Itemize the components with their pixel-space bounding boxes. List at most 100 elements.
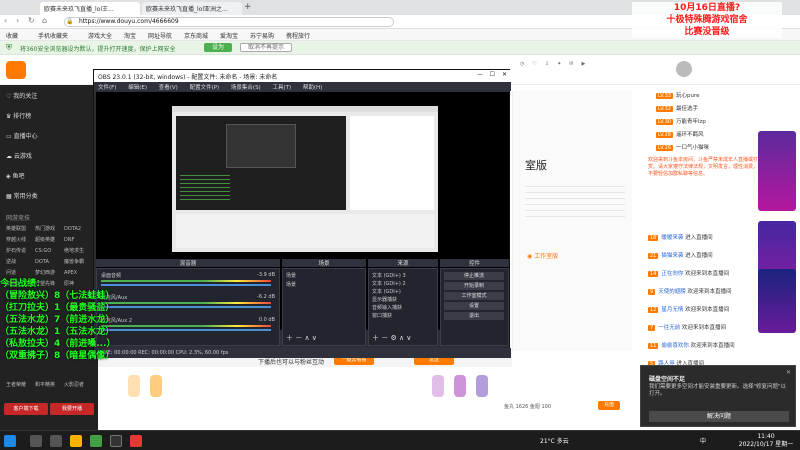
task-view-icon[interactable] [50,435,62,447]
category-link[interactable]: 超级英雄 [35,236,64,243]
category-link[interactable]: 炉石传说 [6,247,35,254]
start-live-button[interactable]: 我要开播 [50,403,94,415]
category-link[interactable]: DNF [64,237,93,243]
history-icon[interactable]: ◷ [520,61,524,67]
bookmark-item[interactable]: 淘宝 [124,31,136,40]
source-item[interactable]: 文本 (GDI+) 2 [372,280,406,287]
menu-view[interactable]: 查看(V) [159,85,178,91]
menu-tools[interactable]: 工具(T) [272,85,291,91]
gift-icon[interactable] [150,375,162,397]
category-link[interactable]: 梦幻西游 [35,269,64,276]
category-link[interactable]: 火影忍者 [64,381,93,388]
sidebar-item-live-center[interactable]: ▭ 直播中心 [6,131,38,140]
source-item[interactable]: 文本 (GDI+) 3 [372,272,406,279]
download-icon[interactable]: ⇩ [545,61,549,67]
bookmark-item[interactable]: 手机收藏夹 [38,31,68,40]
live-icon[interactable]: ▶ [581,61,585,67]
menu-profile[interactable]: 配置文件(P) [190,85,220,91]
exit-button[interactable]: 退出 [444,312,504,320]
browser-tab-active[interactable]: 欧赛未来玖飞直播_lol王... [40,2,140,15]
message-icon[interactable]: ✉ [569,61,573,67]
bookmark-item[interactable]: 京东商城 [184,31,208,40]
gift-icon[interactable] [476,375,488,397]
system-clock[interactable]: 11:40 2022/10/17 星期一 [736,433,796,449]
sidebar-item-cloud-game[interactable]: ☁ 云游戏 [6,151,32,160]
search-icon[interactable] [30,435,42,447]
task-icon[interactable]: ✦ [557,61,561,67]
browser-tab[interactable]: 欧赛未来玖飞直播_lol亚洲之... [142,2,242,15]
bookmark-item[interactable]: 游戏大全 [88,31,112,40]
set-default-button[interactable]: 设为 [204,43,232,52]
bookmark-item[interactable]: 网址导航 [148,31,172,40]
source-item[interactable]: 窗口捕获 [372,312,392,319]
chat-username[interactable]: 正在向你 [661,271,683,277]
menu-file[interactable]: 文件(F) [98,85,116,91]
close-icon[interactable]: ✕ [786,369,791,376]
app-icon[interactable] [130,435,142,447]
radio-option[interactable]: ◉ 工作室版 [527,251,558,260]
category-link[interactable]: APEX [64,270,93,276]
weather-widget[interactable]: 21°C 多云 [540,436,569,445]
add-scene-icon[interactable]: ＋ － ∧ ∨ [286,333,317,343]
category-link[interactable]: DOTA2 [64,226,93,232]
chat-username[interactable]: 星月无情 [661,307,683,313]
recharge-button[interactable]: 充值 [598,401,620,410]
promo-banner[interactable] [758,269,796,333]
category-link[interactable]: 问道 [6,269,35,276]
chat-username[interactable]: 猫猫来袭 [661,253,683,259]
bookmark-item[interactable]: 爱淘宝 [220,31,238,40]
bookmark-item[interactable]: 携程旅行 [286,31,310,40]
category-link[interactable]: 逆战 [6,258,35,265]
category-link[interactable]: 热门游戏 [35,225,64,232]
back-icon[interactable]: ‹ [4,16,7,25]
promo-banner[interactable] [758,131,796,211]
chat-username[interactable]: 天使的翅膀 [658,289,686,295]
category-link[interactable]: 绝地求生 [64,247,93,254]
forward-icon[interactable]: › [16,16,19,25]
browser-icon[interactable] [90,435,102,447]
rank-item[interactable]: LV.28 遥环不羁风 [656,130,703,138]
settings-button[interactable]: 设置 [444,302,504,310]
scene-item[interactable]: 场景 [286,272,296,279]
menu-edit[interactable]: 编辑(E) [128,85,147,91]
category-link[interactable]: CS:GO [35,248,64,254]
gift-icon[interactable] [454,375,466,397]
home-icon[interactable]: ⌂ [42,16,47,25]
sidebar-item-follow[interactable]: ♡ 我的关注 [6,91,37,100]
menu-scene-collection[interactable]: 场景集合(S) [231,85,261,91]
follow-icon[interactable]: ♡ [532,61,536,67]
category-link[interactable]: 魔兽争霸 [64,258,93,265]
add-source-icon[interactable]: ＋ － ⚙ ∧ ∨ [372,333,411,343]
dismiss-notice-button[interactable]: 取消不再提示 [240,43,292,52]
close-icon[interactable]: ✕ [502,71,507,78]
maximize-icon[interactable]: ☐ [490,71,495,78]
fix-problem-button[interactable]: 解决问题 [649,411,789,422]
url-input[interactable]: https://www.douyu.com/4666609 [64,17,394,27]
sidebar-item-yuba[interactable]: ◈ 鱼吧 [6,171,25,180]
obs-icon[interactable] [110,435,122,447]
source-item[interactable]: 音频输入捕获 [372,304,402,311]
file-explorer-icon[interactable] [70,435,82,447]
new-tab-icon[interactable]: + [244,2,252,12]
douyu-logo[interactable] [6,61,26,79]
gift-icon[interactable] [432,375,444,397]
category-link[interactable]: 和平精英 [35,381,64,388]
avatar[interactable] [676,61,692,77]
rank-item[interactable]: LV.32 最佳选手 [656,104,698,112]
sidebar-item-categories[interactable]: ▦ 常用分类 [6,191,38,200]
minimize-icon[interactable]: — [477,71,483,78]
sidebar-item-rank[interactable]: ♛ 排行榜 [6,111,31,120]
windows-start-icon[interactable] [4,435,16,447]
chat-username[interactable]: 偷偷喜欢你 [661,343,689,349]
menu-help[interactable]: 帮助(H) [303,85,322,91]
download-client-button[interactable]: 客户端下载 [4,403,48,415]
start-recording-button[interactable]: 开始录制 [444,282,504,290]
input-method-indicator[interactable]: 中 [700,436,706,445]
chat-username[interactable]: 暖暖来袭 [661,235,683,241]
scene-item[interactable]: 场景 [286,281,296,288]
bookmark-item[interactable]: 收藏 [6,31,18,40]
rank-item[interactable]: LV.30 万能青年lzp [656,117,706,125]
stop-streaming-button[interactable]: 停止推流 [444,272,504,280]
gift-icon[interactable] [128,375,140,397]
source-item[interactable]: 文本 (GDI+) [372,288,401,295]
